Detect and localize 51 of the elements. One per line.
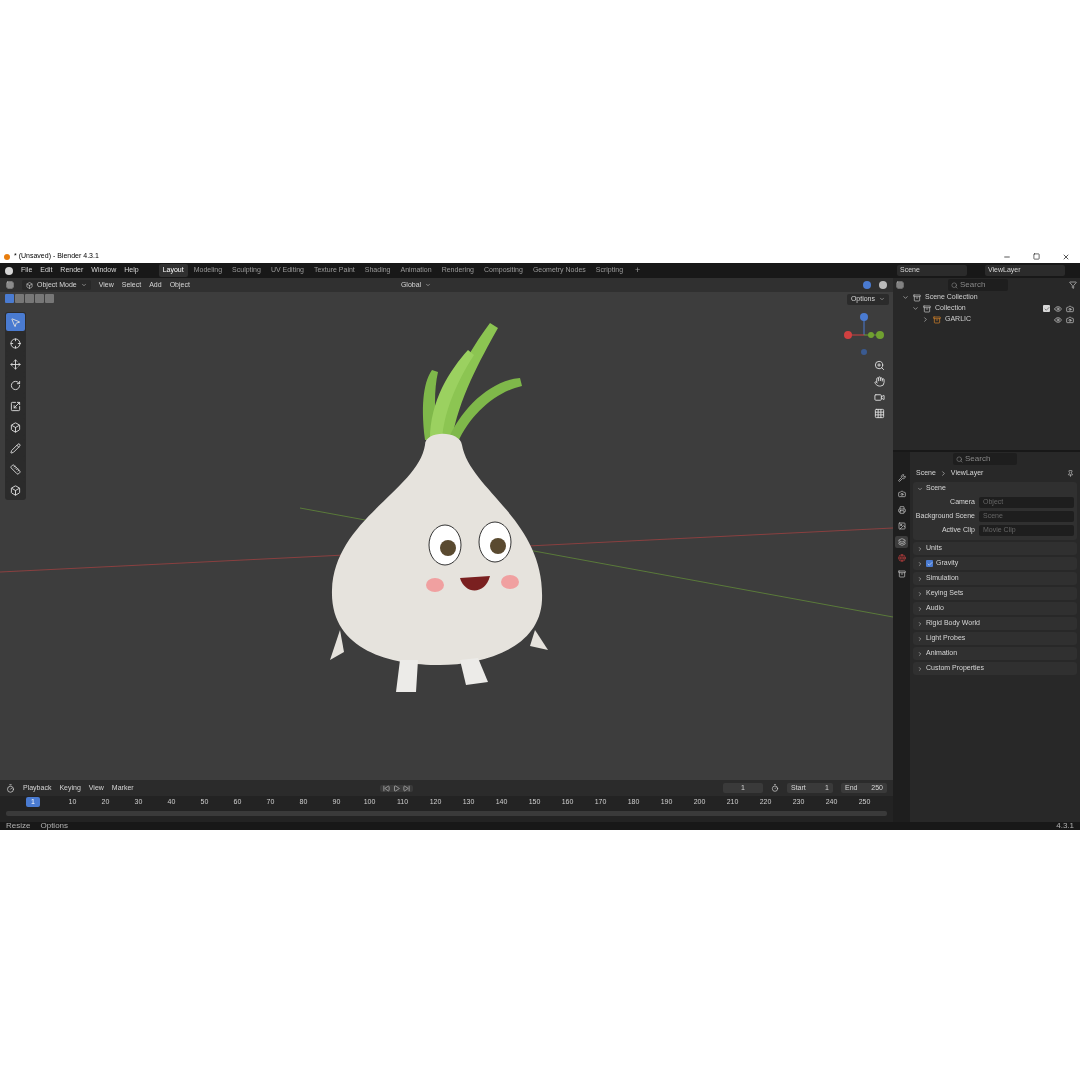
- chevron-icon: [917, 665, 923, 672]
- chevron-icon: [917, 590, 923, 597]
- close-icon[interactable]: [1062, 252, 1070, 261]
- camera-icon[interactable]: [1066, 315, 1074, 324]
- checkbox[interactable]: [926, 560, 933, 567]
- pin-icon[interactable]: [1067, 469, 1074, 477]
- archive-icon[interactable]: [895, 568, 908, 580]
- maximize-icon[interactable]: [1033, 253, 1040, 260]
- chevron-icon: [917, 545, 923, 552]
- add-workspace-button[interactable]: +: [635, 263, 641, 278]
- search-field[interactable]: Search: [953, 453, 1017, 465]
- navigation-gizmo-icon[interactable]: [843, 312, 885, 356]
- chevron-icon: [917, 560, 923, 567]
- chevron-icon: [917, 635, 923, 642]
- version-label: 4.3.1: [1056, 822, 1074, 830]
- checkbox[interactable]: [1043, 305, 1050, 312]
- camera-icon[interactable]: [1066, 304, 1074, 313]
- filter-icon[interactable]: [1069, 281, 1077, 289]
- chevron-icon: [917, 605, 923, 612]
- chevron-icon: [917, 620, 923, 627]
- collection-icon: [933, 315, 941, 324]
- caret-icon: [425, 282, 432, 288]
- jump-start-icon[interactable]: [382, 784, 390, 792]
- search-icon: [951, 281, 958, 289]
- chevron-icon: [917, 650, 923, 657]
- camera-view-icon[interactable]: [874, 392, 885, 403]
- cube-icon: [26, 281, 33, 289]
- zoom-icon[interactable]: [874, 360, 885, 371]
- eye-icon[interactable]: [1054, 315, 1062, 324]
- caret-icon: [80, 282, 87, 288]
- printer-icon[interactable]: [895, 504, 908, 516]
- collection-icon: [913, 293, 921, 302]
- collection-icon: [923, 304, 931, 313]
- camera-icon[interactable]: [895, 488, 908, 500]
- search-field[interactable]: Search: [948, 279, 1008, 291]
- jump-end-icon[interactable]: [402, 784, 410, 792]
- stopwatch-icon[interactable]: [771, 784, 779, 792]
- status-item: Options: [40, 822, 69, 830]
- layers-icon[interactable]: [895, 536, 908, 548]
- grid-icon[interactable]: [874, 408, 885, 419]
- play-icon[interactable]: [392, 784, 400, 792]
- chevron-icon: [917, 485, 923, 492]
- hand-icon[interactable]: [874, 376, 885, 387]
- caret-icon: [879, 296, 885, 303]
- search-icon: [956, 455, 963, 463]
- chevron-icon: [939, 469, 947, 477]
- wrench-icon[interactable]: [895, 472, 908, 484]
- image-icon[interactable]: [895, 520, 908, 532]
- status-item: Resize: [6, 822, 31, 830]
- eye-icon[interactable]: [1054, 304, 1062, 313]
- chevron-icon: [917, 575, 923, 582]
